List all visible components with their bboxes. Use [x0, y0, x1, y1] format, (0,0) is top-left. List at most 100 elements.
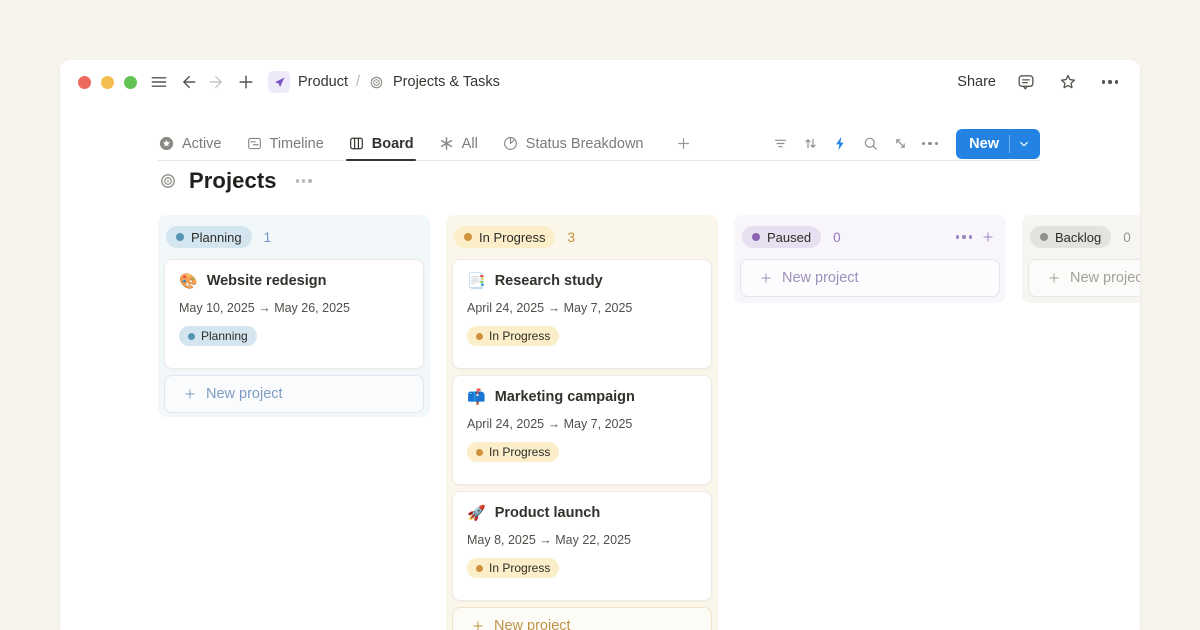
more-options-icon[interactable] [1098, 70, 1122, 94]
plus-icon [183, 387, 197, 401]
titlebar: Product / Projects & Tasks Share [60, 60, 1140, 104]
breadcrumb-workspace[interactable]: Product [298, 74, 348, 90]
status-badge: In Progress [454, 226, 555, 248]
card-status-badge: In Progress [467, 558, 559, 578]
asterisk-icon [438, 135, 455, 152]
status-dot-icon [476, 565, 483, 572]
card-date-range: April 24, 2025 → May 7, 2025 [467, 417, 697, 431]
card-status-badge: In Progress [467, 326, 559, 346]
column-count: 3 [567, 230, 575, 245]
column-header: Planning 1 [166, 223, 422, 251]
column-backlog: Backlog 0 New project [1022, 215, 1140, 303]
tab-board[interactable]: Board [348, 127, 414, 160]
page-target-icon [368, 74, 385, 91]
card-title[interactable]: Research study [495, 273, 603, 289]
share-button[interactable]: Share [957, 74, 996, 90]
pie-chart-icon [502, 135, 519, 152]
board-icon [348, 135, 365, 152]
status-badge: Planning [166, 226, 252, 248]
card-emoji-icon: 🚀 [467, 506, 486, 521]
column-paused: Paused 0 New project [734, 215, 1006, 303]
breadcrumb-separator: / [356, 74, 360, 90]
breadcrumb-page[interactable]: Projects & Tasks [393, 74, 500, 90]
forward-arrow-icon[interactable] [205, 70, 229, 94]
status-dot-icon [1040, 233, 1048, 241]
projects-target-icon [158, 171, 178, 191]
new-project-button[interactable]: New project [740, 259, 1000, 297]
card-date-range: April 24, 2025 → May 7, 2025 [467, 301, 697, 315]
close-window-button[interactable] [78, 76, 91, 89]
filter-icon[interactable] [768, 132, 792, 156]
column-count: 1 [264, 230, 272, 245]
status-dot-icon [176, 233, 184, 241]
project-card[interactable]: 🚀 Product launch May 8, 2025 → May 22, 2… [452, 491, 712, 601]
card-status-badge: Planning [179, 326, 257, 346]
search-icon[interactable] [858, 132, 882, 156]
new-page-plus-icon[interactable] [234, 70, 258, 94]
plus-icon [759, 271, 773, 285]
card-date-range: May 8, 2025 → May 22, 2025 [467, 533, 697, 547]
column-count: 0 [1123, 230, 1131, 245]
column-in-progress: In Progress 3 📑 Research study April 24,… [446, 215, 718, 630]
project-card[interactable]: 📑 Research study April 24, 2025 → May 7,… [452, 259, 712, 369]
card-title[interactable]: Website redesign [207, 273, 327, 289]
timeline-icon [246, 135, 263, 152]
status-dot-icon [464, 233, 472, 241]
add-view-icon[interactable] [671, 132, 695, 156]
card-title[interactable]: Marketing campaign [495, 389, 635, 405]
tab-timeline[interactable]: Timeline [246, 127, 324, 160]
tab-all[interactable]: All [438, 127, 478, 160]
minimize-window-button[interactable] [101, 76, 114, 89]
status-dot-icon [752, 233, 760, 241]
column-planning: Planning 1 🎨 Website redesign May 10, 20… [158, 215, 430, 417]
new-project-button[interactable]: New project [164, 375, 424, 413]
page-title: Projects [189, 168, 277, 194]
view-more-icon[interactable] [918, 132, 942, 156]
card-emoji-icon: 📑 [467, 274, 486, 289]
column-add-icon[interactable] [978, 227, 998, 247]
tab-status-breakdown[interactable]: Status Breakdown [502, 127, 644, 160]
column-count: 0 [833, 230, 841, 245]
tab-active[interactable]: Active [158, 127, 222, 160]
plus-icon [471, 619, 485, 630]
expand-icon[interactable] [888, 132, 912, 156]
card-emoji-icon: 📫 [467, 390, 486, 405]
status-badge: Paused [742, 226, 821, 248]
comments-icon[interactable] [1014, 70, 1038, 94]
star-circle-icon [158, 135, 175, 152]
card-status-badge: In Progress [467, 442, 559, 462]
status-dot-icon [476, 449, 483, 456]
card-emoji-icon: 🎨 [179, 274, 198, 289]
kanban-board: Planning 1 🎨 Website redesign May 10, 20… [60, 215, 1140, 630]
new-project-button[interactable]: New project [452, 607, 712, 630]
column-header: Paused 0 [742, 223, 998, 251]
chevron-down-icon[interactable] [1010, 137, 1040, 151]
column-header: In Progress 3 [454, 223, 710, 251]
title-more-icon[interactable] [292, 169, 316, 193]
project-card[interactable]: 📫 Marketing campaign April 24, 2025 → Ma… [452, 375, 712, 485]
column-header: Backlog 0 [1030, 223, 1140, 251]
sidebar-menu-icon[interactable] [147, 70, 171, 94]
project-card[interactable]: 🎨 Website redesign May 10, 2025 → May 26… [164, 259, 424, 369]
favorite-star-icon[interactable] [1056, 70, 1080, 94]
app-window: Product / Projects & Tasks Share Active [60, 60, 1140, 630]
column-more-icon[interactable] [954, 227, 974, 247]
workspace-logo-icon[interactable] [268, 71, 290, 93]
plus-icon [1047, 271, 1061, 285]
new-button[interactable]: New [956, 129, 1040, 159]
back-arrow-icon[interactable] [176, 70, 200, 94]
view-tabbar: Active Timeline Board All Status Breakdo… [158, 127, 1040, 161]
sort-icon[interactable] [798, 132, 822, 156]
status-dot-icon [476, 333, 483, 340]
bolt-icon[interactable] [828, 132, 852, 156]
card-date-range: May 10, 2025 → May 26, 2025 [179, 301, 409, 315]
new-project-button[interactable]: New project [1028, 259, 1140, 297]
window-controls [78, 76, 137, 89]
breadcrumb: Product / Projects & Tasks [268, 71, 500, 93]
card-title[interactable]: Product launch [495, 505, 601, 521]
status-badge: Backlog [1030, 226, 1111, 248]
status-dot-icon [188, 333, 195, 340]
screenshot-canvas: Product / Projects & Tasks Share Active [0, 0, 1200, 630]
board-title-row: Projects [158, 168, 316, 194]
zoom-window-button[interactable] [124, 76, 137, 89]
